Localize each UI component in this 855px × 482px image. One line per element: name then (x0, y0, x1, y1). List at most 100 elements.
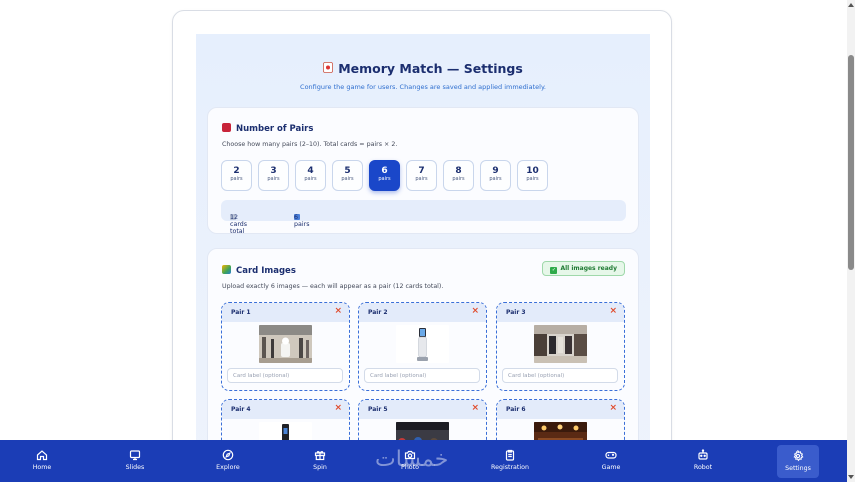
page-title: Memory Match — Settings (196, 61, 650, 76)
pairs-summary: 12 cards total 6 pairs (221, 200, 626, 235)
nav-item-game[interactable]: Game (581, 440, 641, 482)
nav-item-explore[interactable]: Explore (198, 440, 258, 482)
card-label-input[interactable] (364, 368, 480, 383)
nav-item-registration[interactable]: Registration (480, 440, 540, 482)
pair-option-number: 4 (307, 166, 314, 176)
pair-option-number: 3 (270, 166, 277, 176)
images-description: Upload exactly 6 images — each will appe… (222, 283, 444, 290)
pair-option-6[interactable]: 6 pairs (369, 160, 400, 191)
image-slot-pair-1[interactable]: Pair 1 × (221, 302, 350, 391)
slot-header: Pair 3 × (497, 303, 624, 322)
images-card: Card Images ✓ All images ready Upload exa… (207, 248, 639, 469)
nav-item-settings[interactable]: Settings (777, 445, 819, 478)
slot-header: Pair 4 × (222, 400, 349, 419)
pair-option-number: 2 (233, 166, 240, 176)
pair-option-unit: pairs (452, 176, 465, 182)
nav-item-label: Registration (491, 464, 529, 471)
pair-option-unit: pairs (230, 176, 243, 182)
scroll-up-arrow-icon[interactable] (848, 3, 854, 7)
image-slot-pair-3[interactable]: Pair 3 × (496, 302, 625, 391)
remove-image-icon[interactable]: × (609, 306, 617, 316)
image-slot-pair-2[interactable]: Pair 2 × (358, 302, 487, 391)
nav-item-home[interactable]: Home (12, 440, 72, 482)
remove-image-icon[interactable]: × (334, 403, 342, 413)
pair-option-3[interactable]: 3 pairs (258, 160, 289, 191)
card-label-input[interactable] (227, 368, 343, 383)
picture-icon (222, 265, 231, 274)
pair-option-2[interactable]: 2 pairs (221, 160, 252, 191)
check-icon: ✓ (550, 267, 558, 274)
pairs-description: Choose how many pairs (2–10). Total card… (222, 141, 398, 148)
page-scrollbar[interactable] (847, 0, 855, 482)
nav-item-label: Home (32, 464, 52, 471)
pair-option-10[interactable]: 10 pairs (517, 160, 548, 191)
pair-option-unit: pairs (415, 176, 428, 182)
slot-label: Pair 6 (506, 406, 526, 413)
card-label-input[interactable] (502, 368, 618, 383)
slot-header: Pair 5 × (359, 400, 486, 419)
nav-item-spin[interactable]: Spin (290, 440, 350, 482)
settings-panel: Memory Match — Settings Configure the ga… (196, 34, 650, 469)
watermark: خمسات (375, 447, 449, 472)
slot-header: Pair 6 × (497, 400, 624, 419)
page-title-text: Memory Match — Settings (338, 61, 523, 76)
images-card-title: Card Images (222, 265, 296, 276)
summary-pairs-text: 6 pairs (294, 214, 310, 228)
compass-icon (198, 449, 258, 461)
slot-label: Pair 4 (231, 406, 251, 413)
images-title-text: Card Images (236, 266, 296, 276)
slot-header: Pair 1 × (222, 303, 349, 322)
pair-option-9[interactable]: 9 pairs (480, 160, 511, 191)
pair-option-number: 9 (492, 166, 499, 176)
remove-image-icon[interactable]: × (334, 306, 342, 316)
slides-icon (105, 449, 165, 461)
slot-label: Pair 2 (368, 309, 388, 316)
scroll-down-arrow-icon[interactable] (848, 475, 854, 479)
playing-card-icon (323, 62, 334, 76)
pair-option-unit: pairs (489, 176, 502, 182)
gear-icon (777, 450, 819, 462)
pairs-title-text: Number of Pairs (236, 124, 314, 134)
robot-in-mall-photo (259, 325, 312, 363)
page-subtitle: Configure the game for users. Changes ar… (300, 83, 546, 91)
robot-icon (673, 449, 733, 461)
settings-frame: Memory Match — Settings Configure the ga… (172, 10, 672, 470)
home-icon (12, 449, 72, 461)
scrollbar-thumb[interactable] (848, 55, 854, 270)
remove-image-icon[interactable]: × (609, 403, 617, 413)
kiosk-robot-photo (396, 325, 449, 363)
pair-option-unit: pairs (526, 176, 539, 182)
nav-item-label: Robot (693, 464, 713, 471)
remove-image-icon[interactable]: × (471, 403, 479, 413)
remove-image-icon[interactable]: × (471, 306, 479, 316)
nav-item-robot[interactable]: Robot (673, 440, 733, 482)
gift-icon (290, 449, 350, 461)
nav-item-label: Game (601, 464, 621, 471)
pairs-card: Number of Pairs Choose how many pairs (2… (207, 107, 639, 235)
card-deck-icon (222, 123, 231, 132)
pair-option-number: 10 (526, 166, 539, 176)
pair-option-number: 6 (381, 166, 388, 176)
images-ready-badge: ✓ All images ready (542, 261, 625, 276)
clipboard-icon (480, 449, 540, 461)
pair-option-number: 5 (344, 166, 351, 176)
pair-option-8[interactable]: 8 pairs (443, 160, 474, 191)
shopping-corridor-photo (534, 325, 587, 363)
nav-item-label: Settings (785, 465, 811, 472)
nav-item-label: Spin (313, 464, 327, 471)
pair-option-7[interactable]: 7 pairs (406, 160, 437, 191)
pair-option-unit: pairs (378, 176, 391, 182)
pair-option-number: 7 (418, 166, 425, 176)
ready-badge-text: All images ready (560, 265, 617, 272)
slot-label: Pair 5 (368, 406, 388, 413)
pair-option-4[interactable]: 4 pairs (295, 160, 326, 191)
nav-item-slides[interactable]: Slides (105, 440, 165, 482)
summary-total-text: 12 cards total (230, 214, 248, 235)
pair-option-unit: pairs (304, 176, 317, 182)
slot-label: Pair 3 (506, 309, 526, 316)
pair-option-number: 8 (455, 166, 462, 176)
pair-options: 2 pairs 3 pairs 4 pairs 5 pairs 6 pairs 7 pairs 8 pai… (221, 160, 621, 192)
pair-option-unit: pairs (267, 176, 280, 182)
slot-header: Pair 2 × (359, 303, 486, 322)
pair-option-5[interactable]: 5 pairs (332, 160, 363, 191)
